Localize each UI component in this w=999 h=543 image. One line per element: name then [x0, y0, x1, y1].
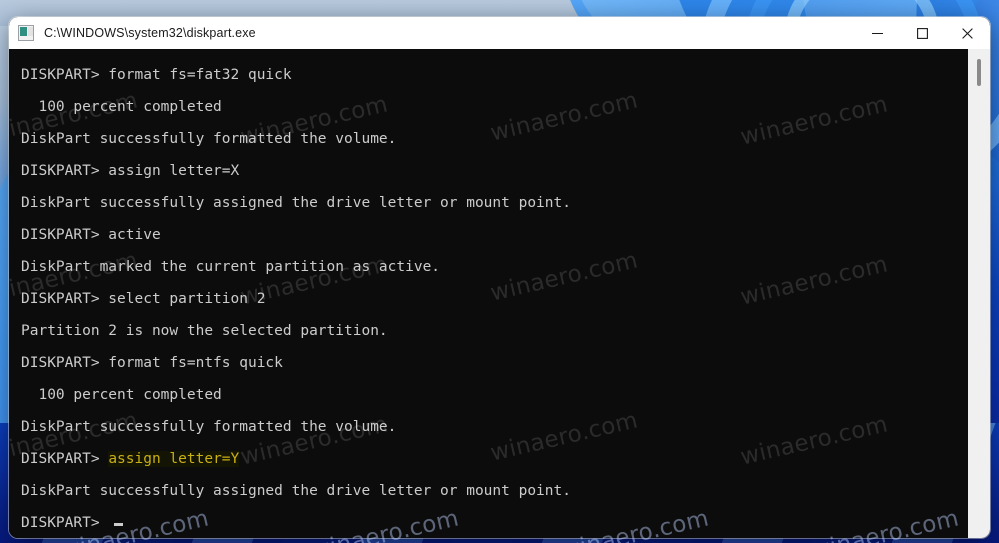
console-line: DISKPART> assign letter=Y	[21, 443, 968, 475]
console-line: 100 percent completed	[21, 91, 968, 123]
console-line-text: DISKPART> format fs=fat32 quick	[21, 67, 292, 83]
console-line: DISKPART> format fs=fat32 quick	[21, 59, 968, 91]
scrollbar-thumb[interactable]	[977, 59, 981, 86]
console-line: DiskPart successfully assigned the drive…	[21, 475, 968, 507]
console-output-area[interactable]: winaero.com winaero.com winaero.com winaero…	[9, 49, 968, 538]
console-line-text: 100 percent completed	[21, 387, 222, 403]
console-cursor	[114, 523, 124, 526]
window-controls	[855, 17, 990, 49]
console-line-text: DiskPart marked the current partition as…	[21, 259, 441, 275]
console-line-text: Partition 2 is now the selected partitio…	[21, 323, 388, 339]
console-line-text: DISKPART> active	[21, 227, 161, 243]
console-lines: DISKPART> format fs=fat32 quick 100 perc…	[9, 49, 968, 538]
console-line-text: DISKPART> assign letter=X	[21, 163, 240, 179]
console-line-text: DISKPART>	[21, 451, 109, 467]
window-content: winaero.com winaero.com winaero.com winaero…	[9, 49, 990, 538]
console-line: DiskPart successfully formatted the volu…	[21, 123, 968, 155]
console-window-icon	[18, 25, 34, 41]
console-scrollbar[interactable]	[968, 49, 990, 538]
console-line-text: DiskPart successfully assigned the drive…	[21, 483, 571, 499]
console-line-text: 100 percent completed	[21, 99, 222, 115]
console-line: DiskPart successfully formatted the volu…	[21, 411, 968, 443]
console-line-text: DiskPart successfully formatted the volu…	[21, 131, 397, 147]
console-line-text: DISKPART>	[21, 515, 109, 531]
diskpart-window: C:\WINDOWS\system32\diskpart.exe winaero…	[9, 17, 990, 538]
console-line-text: DiskPart successfully assigned the drive…	[21, 195, 571, 211]
window-titlebar[interactable]: C:\WINDOWS\system32\diskpart.exe	[9, 17, 990, 49]
console-line: DISKPART> format fs=ntfs quick	[21, 347, 968, 379]
console-line-highlight: assign letter=Y	[108, 451, 240, 467]
close-button[interactable]	[945, 17, 990, 49]
minimize-button[interactable]	[855, 17, 900, 49]
console-line-text: DISKPART> format fs=ntfs quick	[21, 355, 283, 371]
console-line-text: DISKPART> select partition 2	[21, 291, 266, 307]
console-line: DISKPART>	[21, 507, 968, 538]
console-line: DISKPART> assign letter=X	[21, 155, 968, 187]
console-line: Partition 2 is now the selected partitio…	[21, 315, 968, 347]
window-title: C:\WINDOWS\system32\diskpart.exe	[44, 26, 256, 40]
console-line: DISKPART> select partition 2	[21, 283, 968, 315]
console-line-text: DiskPart successfully formatted the volu…	[21, 419, 397, 435]
console-line: DISKPART> active	[21, 219, 968, 251]
maximize-button[interactable]	[900, 17, 945, 49]
console-line: DiskPart marked the current partition as…	[21, 251, 968, 283]
console-line: DiskPart successfully assigned the drive…	[21, 187, 968, 219]
console-line: 100 percent completed	[21, 379, 968, 411]
desktop: winaero.com winaero.com winaero.com winaero…	[0, 0, 999, 543]
